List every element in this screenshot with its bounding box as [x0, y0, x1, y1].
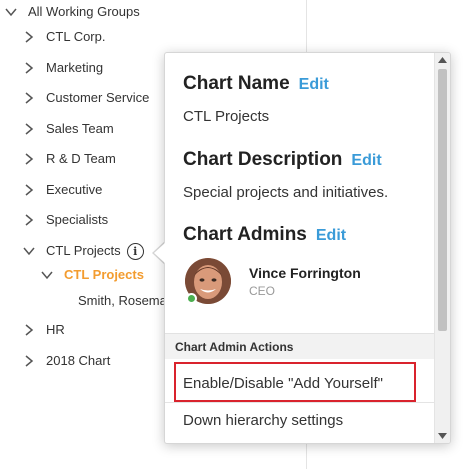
tree-item-label: CTL Corp.: [46, 29, 106, 44]
tree-item-rd-team[interactable]: R & D Team: [22, 148, 116, 170]
tree-item-label: R & D Team: [46, 151, 116, 166]
popover-scrollbar[interactable]: [434, 53, 450, 443]
tree-item-specialists[interactable]: Specialists: [22, 209, 108, 231]
tree-item-label: Executive: [46, 182, 103, 197]
tree-item-sales-team[interactable]: Sales Team: [22, 118, 114, 140]
chevron-right-icon[interactable]: [22, 213, 36, 227]
chart-admins-section: Chart Admins Edit: [183, 224, 346, 246]
chart-description-section: Chart Description Edit: [183, 149, 382, 171]
tree-item-label: HR: [46, 322, 65, 337]
tree-item-label: Marketing: [46, 60, 104, 75]
edit-chart-name-link[interactable]: Edit: [299, 76, 329, 94]
chevron-down-icon[interactable]: [40, 268, 54, 282]
chevron-right-icon[interactable]: [22, 61, 36, 75]
popover-arrow-inner: [154, 242, 166, 264]
chevron-right-icon[interactable]: [22, 122, 36, 136]
chart-name-value: CTL Projects: [183, 108, 270, 125]
info-icon[interactable]: i: [126, 242, 144, 260]
chevron-right-icon[interactable]: [22, 91, 36, 105]
admin-entry[interactable]: Vince Forrington CEO: [185, 258, 361, 304]
online-status-dot: [186, 293, 197, 304]
edit-chart-description-link[interactable]: Edit: [351, 152, 381, 170]
chevron-down-icon[interactable]: [4, 5, 18, 19]
tree-item-label: Customer Service: [46, 90, 150, 105]
tree-item-ctl-projects-chart[interactable]: CTL Projects: [40, 264, 144, 286]
tree-item-hr[interactable]: HR: [22, 319, 65, 341]
scroll-down-arrow-icon[interactable]: [435, 429, 450, 443]
chart-name-title: Chart Name: [183, 73, 290, 94]
tree-item-label: CTL Projects: [46, 243, 121, 258]
admin-text: Vince Forrington CEO: [249, 265, 361, 298]
tree-item-executive[interactable]: Executive: [22, 179, 102, 201]
down-hierarchy-settings-action[interactable]: Down hierarchy settings: [165, 402, 434, 438]
admin-avatar-wrap: [185, 258, 231, 304]
tree-item-ctl-projects[interactable]: CTL Projects i: [22, 240, 144, 262]
highlight-annotation-box: [174, 362, 416, 402]
chevron-right-icon[interactable]: [22, 183, 36, 197]
tree-item-label: Specialists: [46, 212, 109, 227]
scroll-thumb[interactable]: [438, 69, 447, 331]
chevron-right-icon[interactable]: [22, 323, 36, 337]
tree-item-2018-chart[interactable]: 2018 Chart: [22, 350, 110, 372]
tree-item-marketing[interactable]: Marketing: [22, 57, 103, 79]
tree-root[interactable]: All Working Groups: [4, 1, 140, 23]
chart-admins-title: Chart Admins: [183, 224, 307, 245]
chart-description-title: Chart Description: [183, 149, 343, 170]
chevron-right-icon[interactable]: [22, 152, 36, 166]
chevron-down-icon[interactable]: [22, 244, 36, 258]
tree-item-label: Sales Team: [46, 121, 114, 136]
tree-item-label-active: CTL Projects: [64, 267, 144, 282]
tree-item-smith-rosema[interactable]: Smith, Rosema: [78, 290, 167, 312]
tree-item-ctl-corp[interactable]: CTL Corp.: [22, 26, 105, 48]
admin-name[interactable]: Vince Forrington: [249, 265, 361, 281]
chart-name-section: Chart Name Edit: [183, 73, 329, 95]
edit-chart-admins-link[interactable]: Edit: [316, 227, 346, 245]
chart-admin-actions-header: Chart Admin Actions: [165, 333, 434, 359]
scroll-up-arrow-icon[interactable]: [435, 53, 450, 67]
chart-description-value: Special projects and initiatives.: [183, 184, 389, 201]
tree-item-label: Smith, Rosema: [78, 293, 167, 308]
chevron-right-icon[interactable]: [22, 354, 36, 368]
tree-item-customer-service[interactable]: Customer Service: [22, 87, 149, 109]
admin-role: CEO: [249, 283, 276, 298]
tree-root-label: All Working Groups: [28, 4, 140, 19]
chevron-right-icon[interactable]: [22, 30, 36, 44]
tree-item-label: 2018 Chart: [46, 353, 111, 368]
